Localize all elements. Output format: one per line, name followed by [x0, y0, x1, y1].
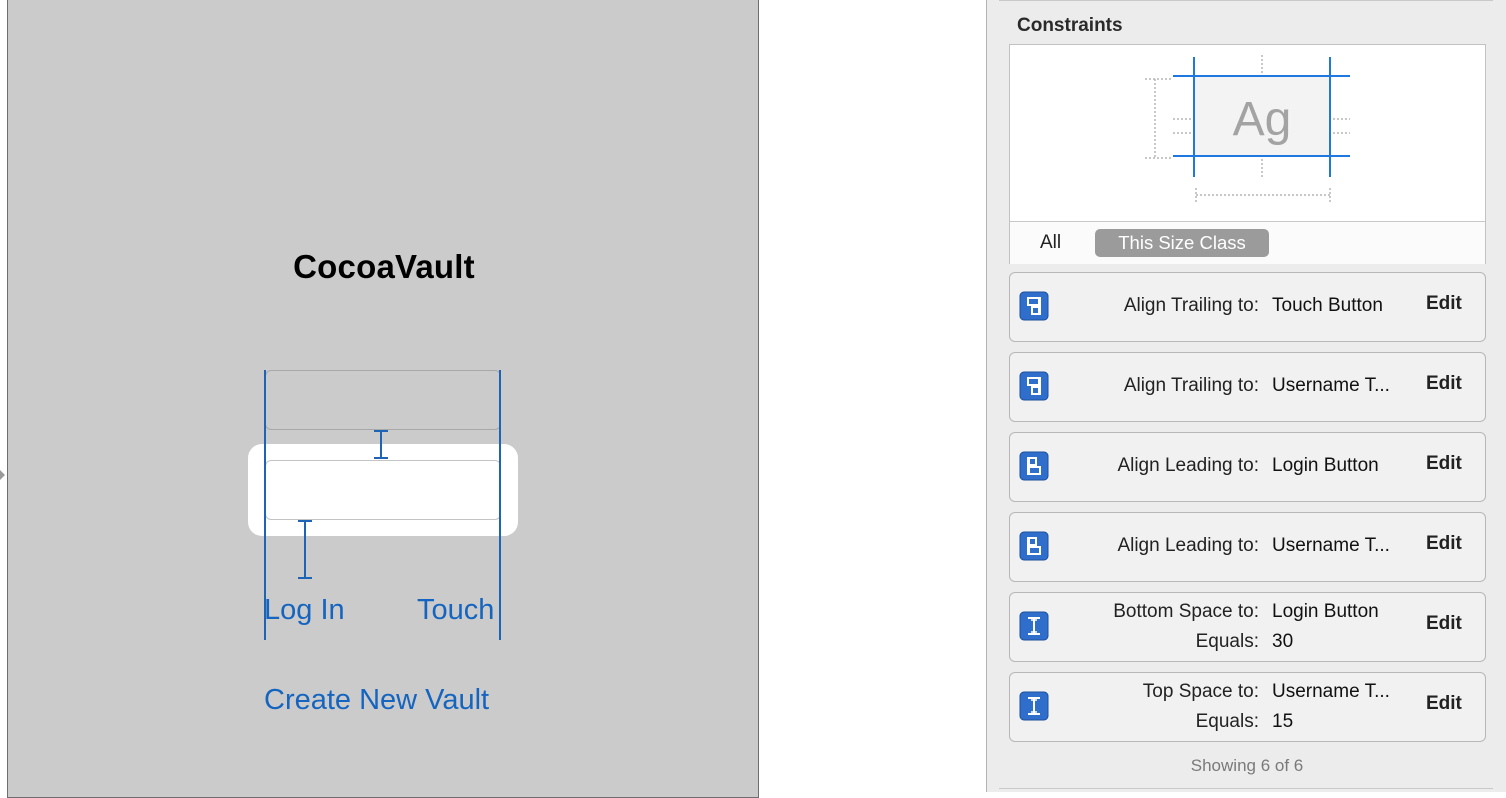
constraint-relation-label: Bottom Space to: — [1113, 601, 1259, 622]
constraint-row[interactable]: Top Space to: Username T... Equals: 15 Edit — [1009, 672, 1486, 742]
constraint-count-label: Showing 6 of 6 — [1190, 756, 1304, 775]
size-inspector-panel: Constraints Ag All This Size Class Align… — [986, 0, 1506, 792]
constraint-row[interactable]: Align Trailing to: Touch Button Edit — [1009, 272, 1486, 342]
segue-arrow-icon — [0, 470, 5, 480]
edit-constraint-button[interactable]: Edit — [1426, 453, 1462, 475]
divider — [999, 0, 1493, 1]
vertical-space-icon — [1019, 611, 1049, 641]
filter-all-button[interactable]: All — [1040, 232, 1061, 254]
constraint-row[interactable]: Bottom Space to: Login Button Equals: 30 Edi… — [1009, 592, 1486, 662]
edit-constraint-button[interactable]: Edit — [1426, 693, 1462, 715]
constraint-constant-value: 30 — [1272, 631, 1294, 652]
constraint-relation-label: Align Trailing to: — [1123, 375, 1259, 396]
trailing-alignment-guide — [499, 370, 501, 640]
constraint-relation-label: Align Trailing to: — [1123, 295, 1259, 316]
constraint-constant-label: Equals: — [1195, 711, 1259, 732]
align-leading-icon — [1019, 451, 1049, 481]
password-text-field[interactable] — [265, 460, 501, 520]
constraint-filter-bar: All This Size Class — [1010, 221, 1485, 264]
edit-constraint-button[interactable]: Edit — [1426, 533, 1462, 555]
constraint-preview-graphic: Ag — [1145, 55, 1350, 203]
align-trailing-icon — [1019, 291, 1049, 321]
constraint-relation-label: Align Leading to: — [1117, 535, 1259, 556]
divider — [999, 788, 1493, 789]
touch-button[interactable]: Touch — [417, 594, 494, 627]
edit-constraint-button[interactable]: Edit — [1426, 373, 1462, 395]
constraint-target-label: Login Button — [1272, 455, 1379, 476]
constraint-target-label: Touch Button — [1272, 295, 1383, 316]
edit-constraint-button[interactable]: Edit — [1426, 293, 1462, 315]
constraint-target-label: Username T... — [1272, 375, 1390, 396]
align-leading-icon — [1019, 531, 1049, 561]
edit-constraint-button[interactable]: Edit — [1426, 613, 1462, 635]
constraint-constant-label: Equals: — [1195, 631, 1259, 652]
constraints-section-title: Constraints — [1017, 15, 1123, 36]
constraint-relation-label: Top Space to: — [1142, 681, 1259, 702]
username-text-field[interactable] — [265, 370, 501, 430]
constraint-constant-value: 15 — [1272, 711, 1294, 732]
align-trailing-icon — [1019, 371, 1049, 401]
create-vault-button[interactable]: Create New Vault — [264, 684, 489, 717]
constraint-row[interactable]: Align Leading to: Username T... Edit — [1009, 512, 1486, 582]
app-title-label[interactable]: CocoaVault — [284, 248, 484, 286]
constraints-preview: Ag All This Size Class — [1009, 44, 1486, 264]
constraint-row[interactable]: Align Leading to: Login Button Edit — [1009, 432, 1486, 502]
constraint-target-label: Login Button — [1272, 601, 1379, 622]
vertical-space-icon — [1019, 691, 1049, 721]
constraint-target-label: Username T... — [1272, 535, 1390, 556]
constraint-target-label: Username T... — [1272, 681, 1390, 702]
constraint-row[interactable]: Align Trailing to: Username T... Edit — [1009, 352, 1486, 422]
login-button[interactable]: Log In — [264, 594, 345, 627]
preview-sample-text: Ag — [1233, 93, 1292, 146]
constraint-relation-label: Align Leading to: — [1117, 455, 1259, 476]
filter-size-class-button[interactable]: This Size Class — [1095, 229, 1269, 257]
